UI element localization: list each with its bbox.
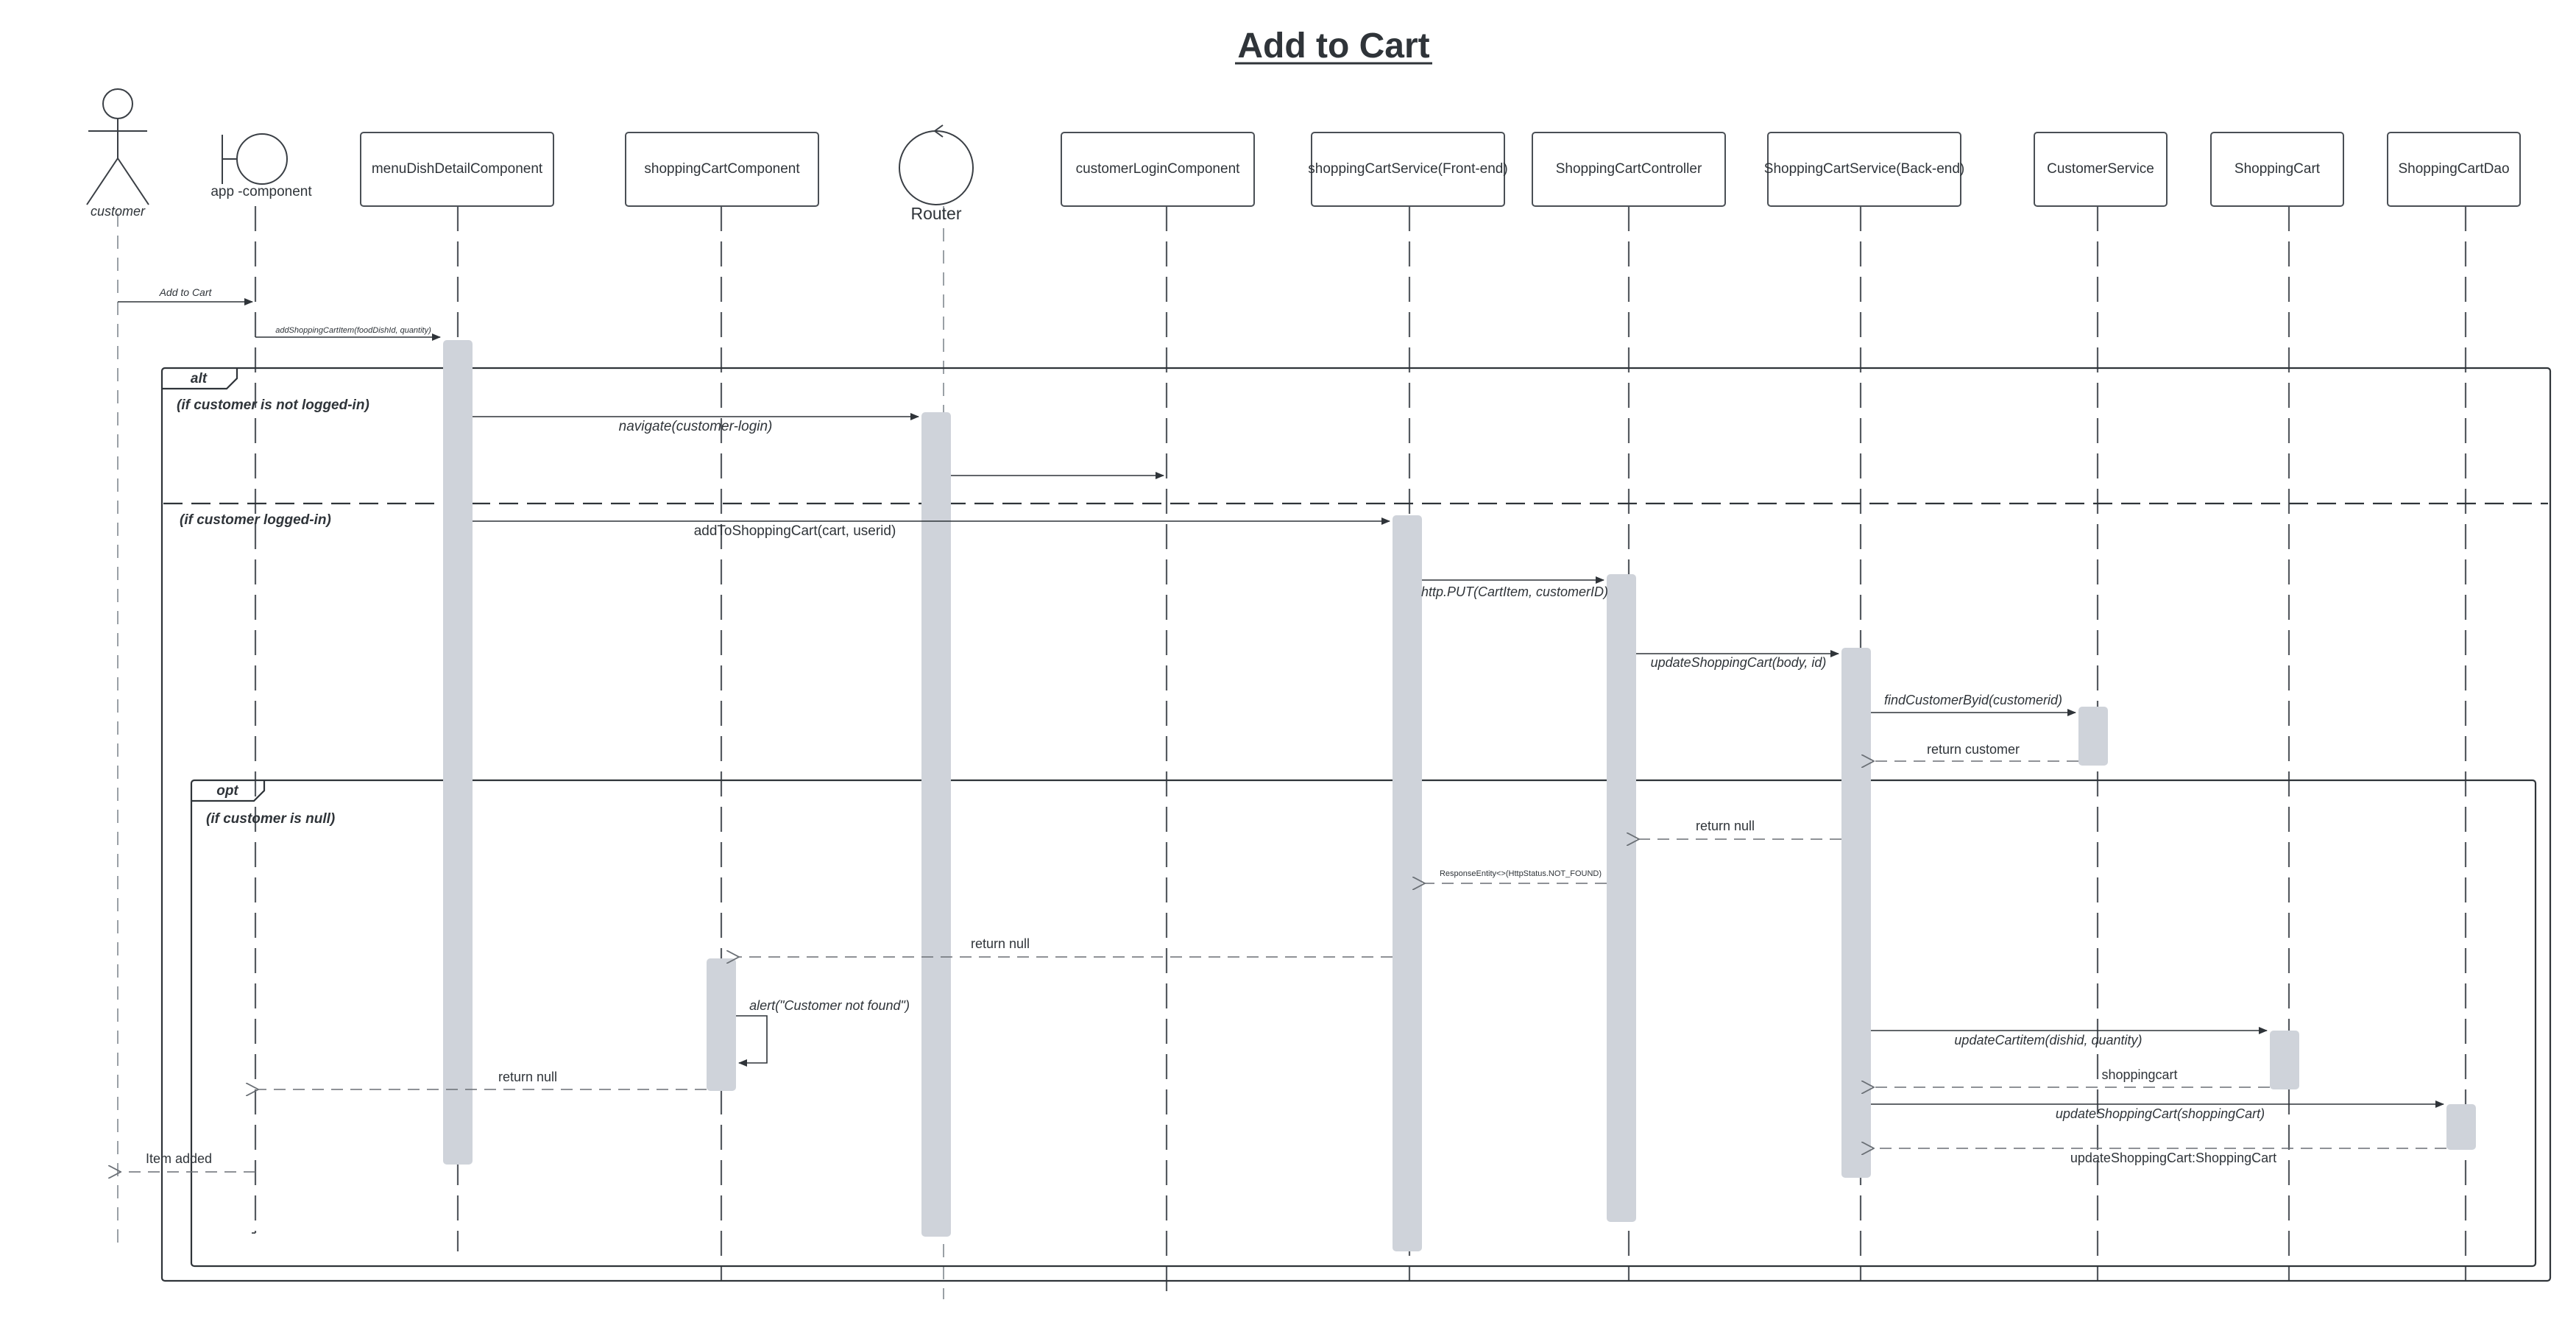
activation-bar <box>443 340 473 1165</box>
fragment-operator: alt <box>191 371 208 386</box>
activation-bar <box>2078 707 2108 766</box>
return-message: return null <box>739 936 1393 957</box>
participant-dao: ShoppingCartDao <box>2387 132 2521 207</box>
message-label: Item added <box>146 1151 212 1166</box>
return-message: ResponseEntity<>(HttpStatus.NOT_FOUND) <box>1425 869 1607 883</box>
control-icon <box>899 124 974 205</box>
activation-bar <box>2270 1031 2299 1089</box>
participant-menu: menuDishDetailComponent <box>360 132 554 207</box>
message: navigate(customer-login) <box>473 413 919 434</box>
opt-fragment: opt (if customer is null) <box>190 779 2537 1268</box>
message-label: return null <box>498 1070 557 1084</box>
message-label: return customer <box>1927 742 2020 757</box>
message-label: return null <box>971 936 1030 951</box>
message-label: findCustomerByid(customerid) <box>1884 693 2062 707</box>
message-label: updateCartitem(dishid, quantity) <box>1954 1033 2142 1047</box>
participant-cartcomp: shoppingCartComponent <box>625 132 819 207</box>
message: http.PUT(CartItem, customerID) <box>1421 576 1608 599</box>
return-message: return null <box>258 1070 707 1089</box>
activation-bar <box>1841 648 1871 1178</box>
participant-label: shoppingCartComponent <box>644 161 800 177</box>
participant-label: menuDishDetailComponent <box>372 161 543 177</box>
guard-label: (if customer logged-in) <box>180 512 331 528</box>
message: findCustomerByid(customerid) <box>1871 693 2076 716</box>
return-message: shoppingcart <box>1874 1067 2270 1087</box>
guard-label: (if customer is null) <box>206 811 335 827</box>
message-label: return null <box>1696 819 1755 833</box>
participant-ctrl: ShoppingCartController <box>1532 132 1726 207</box>
diagram-title: Add to Cart <box>1237 26 1429 66</box>
participant-cartbe: ShoppingCartService(Back-end) <box>1764 132 1964 207</box>
participant-label: customerLoginComponent <box>1076 161 1241 177</box>
message-label: shoppingcart <box>2101 1067 2177 1082</box>
activation-bar <box>921 412 951 1237</box>
guard-label: (if customer is not logged-in) <box>177 398 369 413</box>
message-label: ResponseEntity<>(HttpStatus.NOT_FOUND) <box>1440 869 1602 878</box>
message: addShoppingCartItem(foodDishId, quantity… <box>255 326 441 341</box>
message: updateCartitem(dishid, quantity) <box>1871 1027 2268 1047</box>
activation-bar <box>1393 515 1422 1251</box>
participant-label: ShoppingCartController <box>1556 161 1702 177</box>
activation-bar <box>2446 1104 2476 1150</box>
message-label: alert("Customer not found") <box>749 998 910 1013</box>
participant-login: customerLoginComponent <box>1061 132 1255 207</box>
alt-fragment: alt (if customer is not logged-in) (if c… <box>160 367 2552 1282</box>
return-message: return null <box>1639 819 1841 839</box>
participant-label: shoppingCartService(Front-end) <box>1308 161 1507 177</box>
participant-router: Router <box>899 124 974 223</box>
message-label: updateShoppingCart:ShoppingCart <box>2070 1151 2276 1165</box>
sequence-diagram: Add to Cart customer app -component menu… <box>86 26 2552 1299</box>
participant-label: customer <box>91 204 146 219</box>
activation-bar <box>707 958 736 1091</box>
return-message: return customer <box>1874 742 2078 761</box>
message-label: updateShoppingCart(body, id) <box>1651 655 1827 670</box>
message: Add to Cart <box>118 286 253 305</box>
return-message: updateShoppingCart:ShoppingCart <box>1874 1148 2446 1165</box>
message-label: addShoppingCartItem(foodDishId, quantity… <box>275 326 431 335</box>
participant-cart: ShoppingCart <box>2210 132 2344 207</box>
activation-bar <box>1607 574 1636 1222</box>
message: updateShoppingCart(body, id) <box>1636 650 1839 670</box>
participant-custsvc: CustomerService <box>2034 132 2168 207</box>
message: updateShoppingCart(shoppingCart) <box>1871 1100 2444 1121</box>
participant-label: ShoppingCartDao <box>2398 161 2509 177</box>
participant-cartfe: shoppingCartService(Front-end) <box>1308 132 1508 207</box>
participant-customer: customer <box>86 88 149 219</box>
message-label: http.PUT(CartItem, customerID) <box>1421 584 1608 599</box>
participant-app: app -component <box>210 133 312 199</box>
message-label: addToShoppingCart(cart, userid) <box>694 523 896 539</box>
self-message: alert("Customer not found") <box>736 998 910 1067</box>
fragment-operator: opt <box>216 783 238 799</box>
boundary-icon <box>222 133 288 185</box>
message-label: navigate(customer-login) <box>619 419 773 434</box>
participant-label: ShoppingCart <box>2234 161 2321 177</box>
message-label: Add to Cart <box>159 286 213 298</box>
actor-icon <box>86 88 149 205</box>
participant-label: Router <box>910 204 961 223</box>
participant-label: ShoppingCartService(Back-end) <box>1764 161 1964 177</box>
participant-label: app -component <box>210 184 312 199</box>
return-message: Item added <box>121 1151 255 1172</box>
participant-label: CustomerService <box>2047 161 2154 177</box>
message-label: updateShoppingCart(shoppingCart) <box>2056 1106 2265 1121</box>
